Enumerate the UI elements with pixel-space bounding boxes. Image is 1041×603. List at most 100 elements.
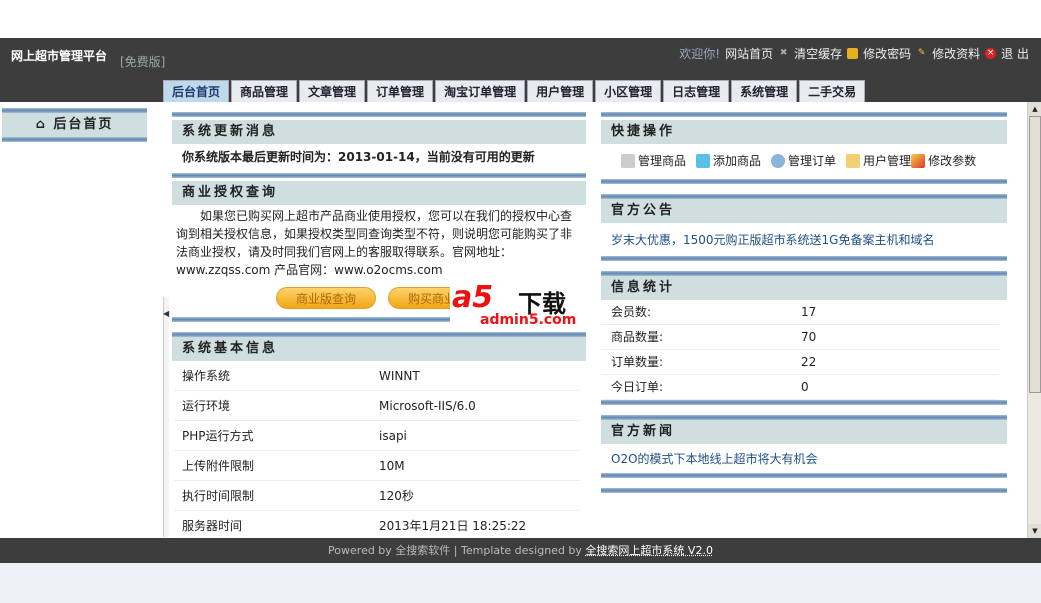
clear-cache-link[interactable]: 清空缓存 (794, 45, 842, 62)
sidebar-toggle[interactable]: ◀ (163, 297, 169, 537)
quick-add-product[interactable]: 添加商品 (696, 152, 761, 169)
section-title: 信息统计 (601, 276, 1007, 300)
table-row: 运行环境 Microsoft-IIS/6.0 (174, 391, 580, 421)
chevron-left-icon: ◀ (163, 309, 170, 318)
tab-articles[interactable]: 文章管理 (299, 80, 366, 102)
sidebar: ⌂ 后台首页 (2, 108, 147, 142)
update-message: 你系统版本最后更新时间为：2013-01-14，当前没有可用的更新 (182, 150, 535, 164)
watermark-logo: a5 下载 admin5.com (450, 280, 590, 330)
row-label: 服务器时间 (182, 519, 243, 533)
row-label: 会员数: (611, 305, 652, 319)
scrollbar[interactable]: ▲ ▼ (1027, 102, 1041, 538)
tab-products[interactable]: 商品管理 (231, 80, 298, 102)
tools-icon: ✖ (779, 48, 788, 58)
row-value: 22 (801, 355, 817, 369)
divider (601, 112, 1007, 117)
quick-manage-products[interactable]: 管理商品 (621, 152, 686, 169)
quick-actions: 管理商品 添加商品 管理订单 用户管理 修改参数 (601, 144, 1007, 179)
close-icon: × (985, 48, 997, 59)
lock-icon (847, 48, 859, 59)
table-row: 今日订单: 0 (601, 375, 999, 400)
row-value: 10M (379, 459, 405, 473)
table-row: PHP运行方式 isapi (174, 421, 580, 451)
row-label: 操作系统 (182, 369, 231, 383)
tab-home[interactable]: 后台首页 (163, 80, 230, 102)
divider (172, 173, 586, 178)
change-password-link[interactable]: 修改密码 (863, 45, 911, 62)
quick-label: 管理订单 (788, 154, 837, 168)
section-title: 快捷操作 (601, 120, 1007, 144)
quick-label: 修改参数 (928, 154, 977, 168)
row-label: 执行时间限制 (182, 489, 255, 503)
table-row: 上传附件限制 10M (174, 451, 580, 481)
quick-label: 添加商品 (713, 154, 762, 168)
tab-second-hand[interactable]: 二手交易 (799, 80, 866, 102)
quick-label: 用户管理 (863, 154, 912, 168)
stats-table: 会员数: 17 商品数量: 70 订单数量: 22 今日订单: 0 (601, 300, 1007, 400)
table-row: 操作系统 WINNT (174, 361, 580, 391)
tab-taobao-orders[interactable]: 淘宝订单管理 (435, 80, 526, 102)
table-row: 服务器时间 2013年1月21日 18:25:22 (174, 511, 580, 541)
license-query-button[interactable]: 商业版查询 (276, 287, 376, 309)
welcome-text: 欢迎你! (679, 47, 721, 61)
row-value: isapi (379, 429, 407, 443)
scroll-down-icon[interactable]: ▼ (1028, 524, 1041, 538)
divider (172, 112, 586, 117)
license-text: 如果您已购买网上超市产品商业使用授权，您可以在我们的授权中心查询到相关授权信息，… (176, 209, 573, 277)
section-title: 商业授权查询 (172, 181, 586, 205)
brand: 网上超市管理平台 (11, 49, 108, 63)
row-label: 运行环境 (182, 399, 231, 413)
edition-label: [免费版] (120, 55, 166, 69)
section-title: 官方新闻 (601, 420, 1007, 444)
quick-manage-orders[interactable]: 管理订单 (771, 152, 836, 169)
sidebar-item-home[interactable]: ⌂ 后台首页 (2, 113, 147, 137)
row-label: 商品数量: (611, 330, 664, 344)
notice-link[interactable]: 岁末大优惠，1500元购正版超市系统送1G免备案主机和域名 (601, 223, 1007, 256)
row-value: 70 (801, 330, 817, 344)
folder-icon (846, 153, 861, 168)
divider (601, 488, 1007, 493)
sidebar-item-label: 后台首页 (53, 117, 114, 132)
tab-community[interactable]: 小区管理 (595, 80, 662, 102)
header: 网上超市管理平台 [免费版] 欢迎你! 网站首页 ✖ 清空缓存 修改密码 ✎ 修… (0, 38, 1041, 102)
pencil-icon: ✎ (917, 48, 926, 58)
section-title: 系统更新消息 (172, 120, 586, 144)
row-value: 2013年1月21日 18:25:22 (379, 519, 527, 533)
quick-edit-params[interactable]: 修改参数 (911, 152, 976, 169)
row-value: 17 (801, 305, 817, 319)
scroll-thumb[interactable] (1029, 116, 1041, 393)
news-link[interactable]: O2O的模式下本地线上超市将大有机会 (601, 444, 1007, 473)
right-column: 快捷操作 管理商品 添加商品 管理订单 用户管理 修改参数 官方公告 岁末大优惠… (601, 112, 1007, 493)
tab-users[interactable]: 用户管理 (527, 80, 594, 102)
document-icon (621, 153, 635, 168)
table-row: 订单数量: 22 (601, 350, 999, 375)
row-value: 120秒 (379, 489, 414, 503)
site-home-link[interactable]: 网站首页 (725, 45, 773, 62)
row-label: PHP运行方式 (182, 429, 254, 443)
home-icon: ⌂ (35, 117, 54, 132)
row-label: 订单数量: (611, 355, 664, 369)
tab-orders[interactable]: 订单管理 (367, 80, 434, 102)
row-label: 今日订单: (611, 380, 664, 394)
footer-link[interactable]: 全搜索网上超市系统 V2.0 (585, 544, 713, 557)
footer: Powered by 全搜索软件 | Template designed by … (0, 538, 1041, 563)
logout-link[interactable]: 退 出 (1001, 45, 1029, 62)
tab-logs[interactable]: 日志管理 (663, 80, 730, 102)
speech-bubble-icon (696, 153, 711, 168)
row-value: Microsoft-IIS/6.0 (379, 399, 476, 413)
quick-label: 管理商品 (638, 154, 687, 168)
scroll-up-icon[interactable]: ▲ (1028, 102, 1041, 116)
quick-user-management[interactable]: 用户管理 (846, 152, 911, 169)
sysinfo-table: 操作系统 WINNT 运行环境 Microsoft-IIS/6.0 PHP运行方式 isa… (172, 361, 586, 541)
pencil-icon (911, 153, 926, 168)
table-row: 执行时间限制 120秒 (174, 481, 580, 511)
table-row: 商品数量: 70 (601, 325, 999, 350)
order-icon (771, 153, 786, 168)
edit-profile-link[interactable]: 修改资料 (932, 45, 980, 62)
row-value: WINNT (379, 369, 420, 383)
footer-text: Powered by 全搜索软件 | Template designed by (328, 544, 582, 557)
table-row: 会员数: 17 (601, 300, 999, 325)
main-nav: 后台首页 商品管理 文章管理 订单管理 淘宝订单管理 用户管理 小区管理 日志管… (163, 80, 866, 102)
tab-system[interactable]: 系统管理 (731, 80, 798, 102)
top-blank (0, 0, 1041, 38)
